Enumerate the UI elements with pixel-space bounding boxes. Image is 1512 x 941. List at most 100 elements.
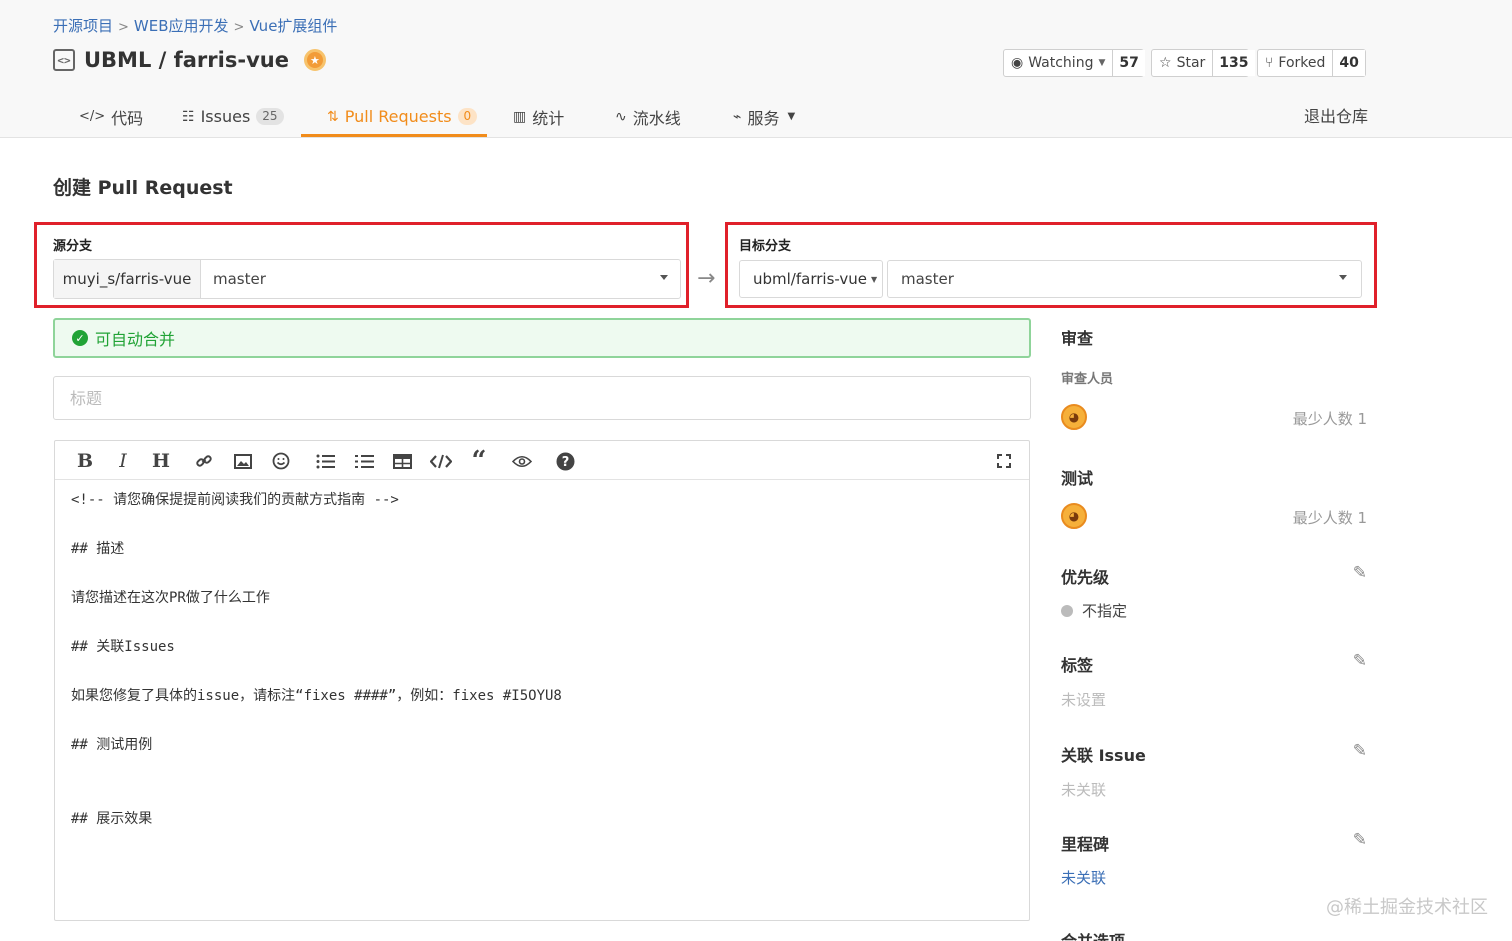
edit-icon[interactable]: ✎	[1353, 830, 1367, 850]
target-branch-dropdown[interactable]: master	[887, 260, 1362, 298]
editor-line: ## 测试用例	[71, 737, 153, 753]
tab-stats[interactable]: ▥ 统计	[513, 95, 564, 138]
numbered-list-icon[interactable]	[352, 449, 376, 473]
editor-line: 请您描述在这次PR做了什么工作	[71, 590, 270, 606]
svg-text:?: ?	[561, 455, 569, 470]
page-title: 创建 Pull Request	[53, 177, 233, 199]
watch-count[interactable]: 57	[1113, 50, 1145, 76]
award-badge-icon[interactable]: ★	[303, 49, 326, 71]
tab-label: 统计	[532, 108, 565, 128]
chevron-down-icon: ▼	[787, 111, 796, 122]
reviewer-avatar[interactable]: ◕	[1061, 404, 1087, 430]
tester-avatar[interactable]: ◕	[1061, 503, 1087, 529]
star-label: Star	[1176, 55, 1206, 71]
chevron-down-icon	[660, 275, 668, 280]
repo-code-icon: <>	[53, 49, 75, 71]
tab-services[interactable]: ⌁ 服务 ▼	[733, 95, 795, 138]
breadcrumb-separator: >	[118, 20, 129, 35]
milestone-heading: 里程碑	[1061, 835, 1110, 854]
edit-icon[interactable]: ✎	[1353, 741, 1367, 761]
breadcrumb-item[interactable]: 开源项目	[53, 17, 113, 35]
heading-icon[interactable]: H	[149, 449, 173, 473]
bullet-list-icon[interactable]	[313, 449, 337, 473]
table-icon[interactable]	[390, 449, 414, 473]
chevron-down-icon: ▼	[1098, 58, 1106, 68]
repo-header: 开源项目 > WEB应用开发 > Vue扩展组件 <> UBML / farris-vu…	[0, 0, 1512, 138]
linked-issue-value: 未关联	[1061, 781, 1107, 799]
labels-value: 未设置	[1061, 691, 1107, 709]
fork-icon: ⑂	[1265, 55, 1274, 71]
priority-dot-icon	[1061, 605, 1073, 617]
star-count[interactable]: 135	[1213, 50, 1255, 76]
check-circle-icon: ✓	[72, 330, 88, 346]
emoji-icon[interactable]	[269, 449, 293, 473]
editor-toolbar: B I H “ ?	[55, 441, 1029, 480]
star-label-group[interactable]: ☆ Star	[1152, 50, 1214, 76]
fork-count[interactable]: 40	[1333, 50, 1365, 76]
edit-icon[interactable]: ✎	[1353, 651, 1367, 671]
link-icon[interactable]	[192, 449, 216, 473]
tab-label: 流水线	[632, 108, 681, 128]
fullscreen-icon[interactable]	[992, 449, 1016, 473]
breadcrumb-item[interactable]: WEB应用开发	[134, 17, 229, 35]
editor-line: ## 关联Issues	[71, 639, 175, 655]
quote-icon[interactable]: “	[467, 446, 491, 476]
tab-label: Issues	[200, 107, 251, 126]
code-icon[interactable]	[429, 449, 453, 473]
source-branch-select[interactable]: muyi_s/farris-vue master	[53, 259, 681, 299]
source-branch-value: master	[213, 270, 266, 288]
preview-eye-icon[interactable]	[510, 449, 534, 473]
source-repo[interactable]: muyi_s/farris-vue	[54, 260, 201, 298]
tab-count: 0	[457, 108, 478, 125]
priority-heading: 优先级	[1061, 568, 1110, 587]
source-branch-dropdown[interactable]: master	[201, 260, 680, 298]
source-branch-label: 源分支	[53, 239, 93, 254]
watch-label-group[interactable]: ◉ Watching ▼	[1004, 50, 1114, 76]
target-branch-value: master	[901, 270, 954, 288]
star-button[interactable]: ☆ Star 135	[1151, 49, 1255, 77]
markdown-editor: B I H “ ? <!-- 请您确保提提前阅读我们的贡献方式指南 --> ##…	[54, 440, 1030, 921]
eye-icon: ◉	[1011, 55, 1024, 71]
repo-title[interactable]: UBML / farris-vue	[84, 48, 289, 72]
exit-repo-link[interactable]: 退出仓库	[1304, 103, 1368, 127]
tab-label: 服务	[747, 108, 780, 128]
editor-line: ## 展示效果	[71, 810, 153, 827]
arrow-right-icon: →	[697, 266, 716, 291]
watch-button[interactable]: ◉ Watching ▼ 57	[1003, 49, 1145, 77]
edit-icon[interactable]: ✎	[1353, 563, 1367, 583]
tab-pipeline[interactable]: ∿ 流水线	[615, 95, 681, 138]
help-icon[interactable]: ?	[553, 449, 577, 473]
repo-title-row: <> UBML / farris-vue ★	[53, 48, 326, 72]
tab-pull-requests[interactable]: ⇅ Pull Requests 0	[327, 95, 478, 138]
bold-icon[interactable]: B	[73, 449, 97, 473]
editor-textarea[interactable]: <!-- 请您确保提提前阅读我们的贡献方式指南 --> ## 描述 请您描述在这…	[55, 480, 1029, 843]
test-heading: 测试	[1061, 469, 1094, 488]
fork-label-group[interactable]: ⑂ Forked	[1258, 50, 1334, 76]
repo-tabs: </> 代码 ☷ Issues 25 ⇅ Pull Requests 0 ▥ 统计 ∿ 流水线…	[0, 95, 1512, 138]
tab-label: 代码	[111, 108, 144, 128]
breadcrumb-separator: >	[233, 20, 245, 35]
pr-title-input[interactable]	[53, 376, 1031, 420]
breadcrumb: 开源项目 > WEB应用开发 > Vue扩展组件	[53, 15, 337, 36]
merge-status-banner: ✓ 可自动合并	[53, 318, 1031, 358]
review-heading: 审查	[1061, 329, 1094, 348]
pulse-icon: ⌁	[733, 108, 742, 125]
milestone-value[interactable]: 未关联	[1061, 867, 1106, 888]
watermark: @稀土掘金技术社区	[1326, 897, 1488, 918]
fork-button[interactable]: ⑂ Forked 40	[1257, 49, 1366, 77]
reviewers-label: 审查人员	[1061, 372, 1114, 387]
tab-code[interactable]: </> 代码	[79, 95, 143, 138]
target-repo-value: ubml/farris-vue	[753, 270, 868, 288]
italic-icon[interactable]: I	[111, 449, 135, 473]
image-icon[interactable]	[231, 449, 255, 473]
active-tab-indicator	[301, 134, 487, 137]
breadcrumb-item[interactable]: Vue扩展组件	[249, 17, 337, 35]
tab-issues[interactable]: ☷ Issues 25	[182, 95, 284, 138]
target-repo-dropdown[interactable]: ubml/farris-vue ▼	[739, 260, 883, 298]
priority-text: 不指定	[1082, 602, 1128, 620]
editor-line: ## 描述	[71, 541, 125, 557]
issues-icon: ☷	[182, 108, 195, 125]
